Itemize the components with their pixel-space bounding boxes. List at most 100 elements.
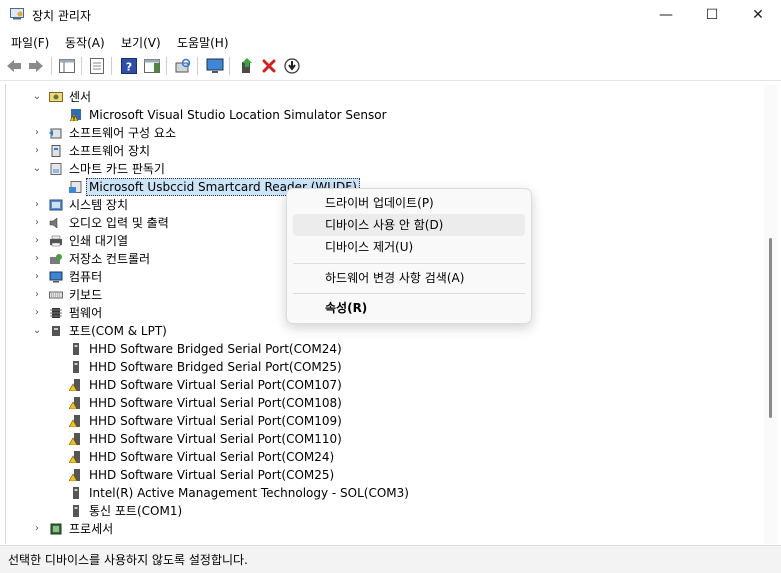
tree-label: 센서 xyxy=(69,90,92,104)
disable-device-icon[interactable] xyxy=(283,57,301,75)
computer-icon xyxy=(49,271,63,283)
tree-device-item[interactable]: ! Microsoft Visual Studio Location Simul… xyxy=(6,106,756,124)
svg-text:!: ! xyxy=(73,116,76,122)
port-device-icon xyxy=(73,487,79,499)
expand-arrow-icon[interactable]: › xyxy=(32,304,42,322)
update-driver-menu-item[interactable]: 드라이버 업데이트(P) xyxy=(293,192,525,214)
storage-controller-icon xyxy=(50,254,62,264)
show-hide-console-tree-icon[interactable] xyxy=(58,57,76,75)
menu-file[interactable]: 파일(F) xyxy=(11,34,49,51)
collapse-arrow-icon[interactable]: ⌄ xyxy=(32,322,42,340)
tree-device-item[interactable]: HHD Software Bridged Serial Port(COM24) xyxy=(6,340,756,358)
menu-divider xyxy=(293,293,525,294)
smartcard-device-icon xyxy=(69,181,82,193)
uninstall-device-menu-item[interactable]: 디바이스 제거(U) xyxy=(293,236,525,258)
title-bar: 장치 관리자 — ☐ ✕ xyxy=(0,0,781,30)
tree-label: Intel(R) Active Management Technology - … xyxy=(89,486,409,500)
tree-label: HHD Software Bridged Serial Port(COM25) xyxy=(89,360,342,374)
tree-label: 펌웨어 xyxy=(69,306,103,320)
warning-port-icon xyxy=(69,469,80,481)
scrollbar-thumb[interactable] xyxy=(769,238,772,418)
tree-label: HHD Software Bridged Serial Port(COM24) xyxy=(89,342,342,356)
processor-icon xyxy=(50,523,62,535)
warning-device-icon: ! xyxy=(69,109,81,122)
tree-label: 포트(COM & LPT) xyxy=(69,324,167,338)
tree-category-sensor[interactable]: ⌄ 센서 xyxy=(6,88,756,106)
menu-action[interactable]: 동작(A) xyxy=(65,34,105,51)
tree-category-processors[interactable]: › 프로세서 xyxy=(6,520,756,538)
tree-device-item[interactable]: HHD Software Virtual Serial Port(COM107) xyxy=(6,376,756,394)
tree-label: HHD Software Virtual Serial Port(COM108) xyxy=(89,396,342,410)
menu-bar: 파일(F) 동작(A) 보기(V) 도움말(H) xyxy=(0,30,781,52)
expand-arrow-icon[interactable]: › xyxy=(32,142,42,160)
expand-arrow-icon[interactable]: › xyxy=(32,214,42,232)
expand-arrow-icon[interactable]: › xyxy=(32,520,42,538)
device-manager-icon xyxy=(10,8,24,20)
properties-sheet-icon[interactable] xyxy=(88,57,106,75)
keyboard-icon xyxy=(49,291,63,299)
expand-arrow-icon[interactable]: › xyxy=(32,286,42,304)
tree-label: HHD Software Virtual Serial Port(COM110) xyxy=(89,432,342,446)
tree-label: HHD Software Virtual Serial Port(COM107) xyxy=(89,378,342,392)
tree-device-item[interactable]: HHD Software Virtual Serial Port(COM24) xyxy=(6,448,756,466)
context-menu: 드라이버 업데이트(P) 디바이스 사용 안 함(D) 디바이스 제거(U) 하… xyxy=(286,188,532,324)
toolbar: ? xyxy=(0,52,781,81)
tree-device-item[interactable]: HHD Software Virtual Serial Port(COM25) xyxy=(6,466,756,484)
scan-hardware-menu-item[interactable]: 하드웨어 변경 사항 검색(A) xyxy=(293,267,525,289)
tree-device-item[interactable]: HHD Software Virtual Serial Port(COM108) xyxy=(6,394,756,412)
tree-label: 인쇄 대기열 xyxy=(69,234,129,248)
properties-menu-item[interactable]: 속성(R) xyxy=(293,297,525,319)
tree-category-smartcard-readers[interactable]: ⌄ 스마트 카드 판독기 xyxy=(6,160,756,178)
software-device-icon xyxy=(51,145,61,157)
expand-arrow-icon[interactable]: › xyxy=(32,124,42,142)
help-icon[interactable]: ? xyxy=(120,57,138,75)
tree-device-item[interactable]: HHD Software Virtual Serial Port(COM110) xyxy=(6,430,756,448)
minimize-button[interactable]: — xyxy=(643,0,689,30)
warning-port-icon xyxy=(69,433,80,445)
warning-port-icon xyxy=(69,379,80,391)
tree-device-item[interactable]: Intel(R) Active Management Technology - … xyxy=(6,484,756,502)
menu-help[interactable]: 도움말(H) xyxy=(177,34,229,51)
firmware-icon xyxy=(50,308,62,318)
printer-icon xyxy=(50,235,62,247)
warning-port-icon xyxy=(69,397,80,409)
software-component-icon xyxy=(49,128,62,139)
expand-arrow-icon[interactable]: › xyxy=(32,196,42,214)
collapse-arrow-icon[interactable]: ⌄ xyxy=(32,160,42,178)
uninstall-device-icon[interactable] xyxy=(260,57,278,75)
tree-label: HHD Software Virtual Serial Port(COM24) xyxy=(89,450,335,464)
tree-category-software-components[interactable]: › 소프트웨어 구성 요소 xyxy=(6,124,756,142)
system-device-icon xyxy=(49,199,63,211)
tree-device-item[interactable]: HHD Software Virtual Serial Port(COM109) xyxy=(6,412,756,430)
port-device-icon xyxy=(73,343,79,355)
sensor-icon xyxy=(49,92,63,102)
close-window-button[interactable]: ✕ xyxy=(735,0,781,30)
port-device-icon xyxy=(73,505,79,517)
tree-device-item[interactable]: HHD Software Bridged Serial Port(COM25) xyxy=(6,358,756,376)
tree-category-software-devices[interactable]: › 소프트웨어 장치 xyxy=(6,142,756,160)
action-pane-icon[interactable] xyxy=(143,57,161,75)
expand-arrow-icon[interactable]: › xyxy=(32,268,42,286)
tree-label: HHD Software Virtual Serial Port(COM25) xyxy=(89,468,335,482)
tree-label: 시스템 장치 xyxy=(69,198,129,212)
warning-port-icon xyxy=(69,451,80,463)
expand-arrow-icon[interactable]: › xyxy=(32,250,42,268)
update-driver-icon[interactable] xyxy=(238,57,256,75)
status-text: 선택한 디바이스를 사용하지 않도록 설정합니다. xyxy=(8,553,248,567)
back-icon[interactable] xyxy=(5,57,23,75)
maximize-button[interactable]: ☐ xyxy=(689,0,735,30)
tree-category-ports[interactable]: ⌄ 포트(COM & LPT) xyxy=(6,322,756,340)
smartcard-reader-icon xyxy=(50,163,62,175)
vertical-scrollbar[interactable] xyxy=(764,84,778,544)
status-bar: 선택한 디바이스를 사용하지 않도록 설정합니다. xyxy=(0,545,781,573)
forward-icon[interactable] xyxy=(27,57,45,75)
scan-hardware-icon[interactable] xyxy=(174,57,192,75)
warning-port-icon xyxy=(69,415,80,427)
monitor-icon[interactable] xyxy=(206,57,224,75)
tree-device-item[interactable]: 통신 포트(COM1) xyxy=(6,502,756,520)
collapse-arrow-icon[interactable]: ⌄ xyxy=(32,88,42,106)
disable-device-menu-item[interactable]: 디바이스 사용 안 함(D) xyxy=(293,214,525,236)
menu-view[interactable]: 보기(V) xyxy=(121,34,161,51)
tree-label: 소프트웨어 장치 xyxy=(69,144,151,158)
expand-arrow-icon[interactable]: › xyxy=(32,232,42,250)
